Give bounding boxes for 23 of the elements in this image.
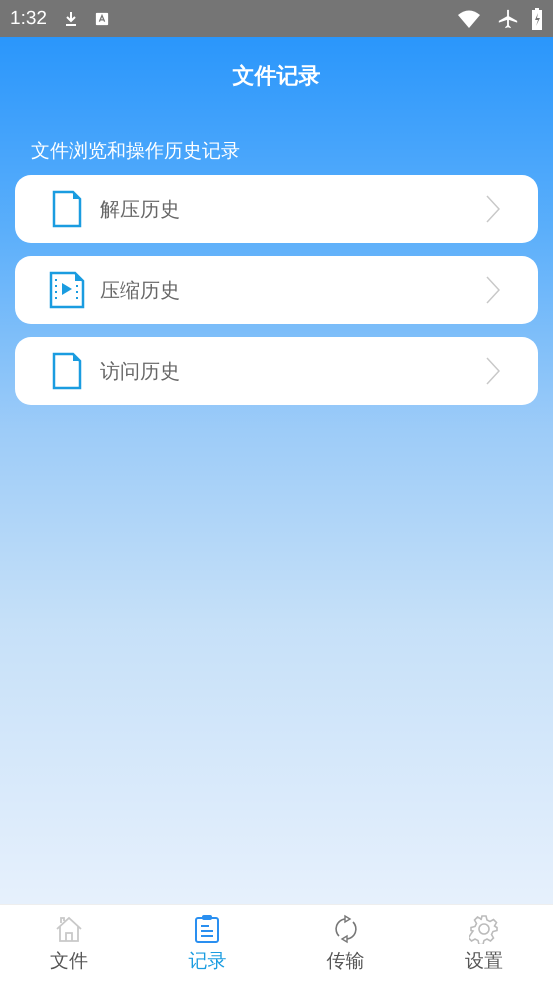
- page-title: 文件记录: [232, 63, 322, 91]
- nav-tab[interactable]: 文件: [0, 905, 138, 983]
- item-label: 解压历史: [100, 196, 181, 222]
- history-item[interactable]: 解压历史: [15, 175, 538, 243]
- keyboard-icon: [94, 12, 109, 26]
- section-title: 文件浏览和操作历史记录: [31, 139, 241, 164]
- item-label: 访问历史: [100, 358, 181, 384]
- history-item[interactable]: 访问历史: [15, 337, 538, 405]
- nav-tab[interactable]: 传输: [276, 905, 415, 983]
- chevron-right-icon: [486, 276, 500, 304]
- status-time: 1:32: [10, 8, 47, 30]
- nav-tab[interactable]: 记录: [138, 905, 276, 983]
- battery-icon: [531, 8, 543, 30]
- chevron-right-icon: [486, 357, 500, 385]
- settings-icon: [468, 914, 499, 944]
- nav-tab[interactable]: 设置: [414, 905, 553, 983]
- home-icon: [54, 914, 84, 944]
- video-file-icon: [49, 271, 85, 309]
- history-item[interactable]: 压缩历史: [15, 256, 538, 324]
- airplane-icon: [497, 8, 519, 30]
- chevron-right-icon: [486, 195, 500, 223]
- item-label: 压缩历史: [100, 276, 181, 304]
- wifi-icon: [457, 8, 481, 28]
